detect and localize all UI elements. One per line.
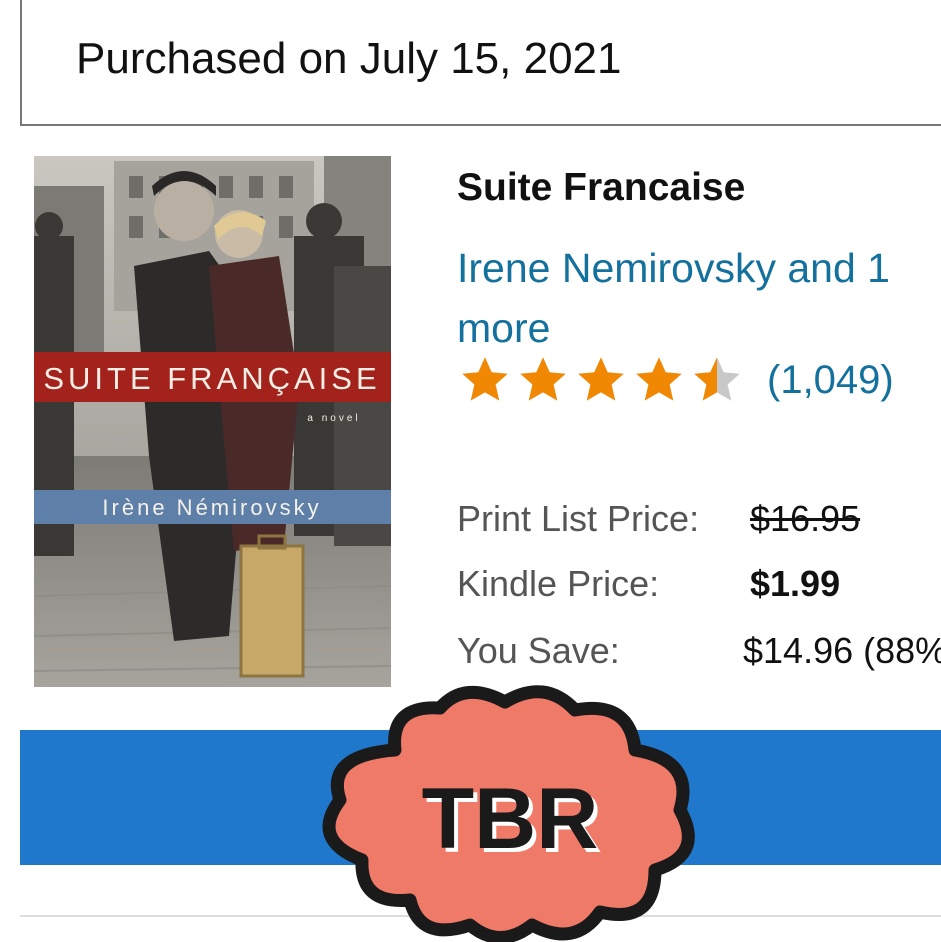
book-title[interactable]: Suite Francaise — [457, 166, 745, 210]
star-icon — [578, 357, 624, 401]
author-link[interactable]: Irene Nemirovsky and 1 more — [457, 238, 941, 358]
cover-author-text: Irène Némirovsky — [102, 495, 321, 520]
star-icon — [462, 357, 508, 401]
star-icon — [636, 357, 682, 401]
rating[interactable]: (1,049) — [457, 352, 894, 408]
savings-label: You Save: — [457, 630, 620, 671]
savings-value: $14.96 (88%) — [743, 630, 941, 671]
half-star-icon — [694, 357, 740, 401]
star-rating[interactable] — [457, 354, 747, 406]
kindle-price-label: Kindle Price: — [457, 563, 660, 604]
purchase-date-box: Purchased on July 15, 2021 — [20, 0, 941, 126]
rating-count[interactable]: (1,049) — [767, 358, 894, 403]
kindle-price-value: $1.99 — [750, 563, 841, 604]
kindle-price-row: Kindle Price: $1.99 — [457, 563, 840, 605]
print-price-row: Print List Price: $16.95 — [457, 498, 860, 540]
sticker-text: TBR — [422, 771, 599, 867]
tbr-sticker: TBR TBR — [322, 685, 695, 942]
star-icon — [520, 357, 566, 401]
book-cover[interactable]: SUITE FRANÇAISE a novel Irène Némirovsky — [34, 156, 391, 687]
print-price-value: $16.95 — [750, 498, 861, 539]
purchase-date: Purchased on July 15, 2021 — [76, 34, 622, 83]
author-line-1[interactable]: Irene Nemirovsky and 1 — [457, 238, 941, 298]
cover-title-text: SUITE FRANÇAISE — [43, 361, 380, 396]
cover-subtitle-text: a novel — [307, 413, 360, 424]
print-price-label: Print List Price: — [457, 498, 700, 539]
savings-row: You Save: $14.96 (88%) — [457, 630, 941, 672]
author-line-2[interactable]: more — [457, 298, 941, 358]
